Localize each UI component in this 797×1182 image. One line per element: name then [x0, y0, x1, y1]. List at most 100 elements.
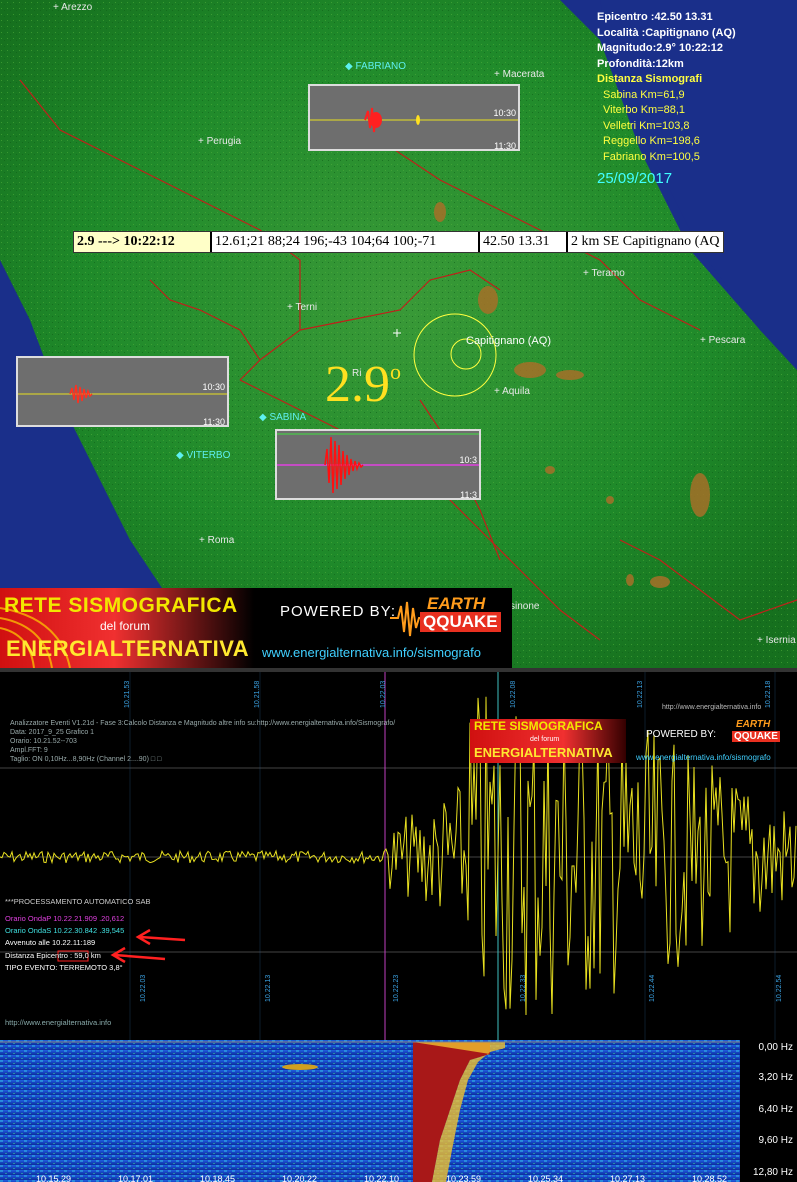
time-label: 10.25.34 [528, 1174, 564, 1182]
banner-url-link[interactable]: www.energialternativa.info/sismografo [262, 645, 481, 660]
analyzer-header: Analizzatore Eventi V1.21d - Fase 3:Calc… [10, 719, 395, 764]
mini-seismogram-sabina: 10:3 11:3 [275, 429, 481, 500]
powered-by-label: POWERED BY: [280, 603, 397, 620]
banner-brand: ENERGIALTERNATIVA [6, 636, 250, 661]
distance-item: Viterbo Km=88,1 [603, 104, 686, 116]
mini-time-bottom: 11:30 [203, 417, 225, 427]
mini-time-top: 10:30 [493, 108, 516, 118]
quake-logo-text: QQUAKE [420, 612, 501, 632]
time-label: 10.15.29 [36, 1174, 72, 1182]
bottom-time-label: 10.22.33 [520, 974, 527, 1002]
mini-time-top: 10:30 [202, 382, 225, 392]
epicenter-map: + Arezzo ◆ FABRIANO + Macerata + Perugia… [0, 0, 797, 668]
magnitude-display: 2.9o [325, 356, 401, 413]
header-line: Ampl.FFT: 9 [10, 747, 48, 754]
mini-banner-url[interactable]: www.energialternativa.info/sismografo [636, 753, 771, 762]
top-time-label: 10.21.58 [254, 680, 261, 708]
banner-title: RETE SISMOGRAFICA [4, 594, 238, 617]
distance-item: Sabina Km=61,9 [603, 88, 685, 101]
epicenter-distance: Distanza Epicentro : 59,0 km [5, 950, 101, 962]
top-time-label: 10.22.18 [765, 680, 772, 708]
earth-logo-text: EARTH [427, 594, 486, 613]
freq-label: 3,20 Hz [758, 1072, 793, 1083]
auto-process-title: ***PROCESSAMENTO AUTOMATICO SAB [5, 897, 151, 906]
time-label: 10.23.59 [446, 1174, 482, 1182]
station-label-viterbo: ◆ VITERBO [176, 450, 231, 461]
freq-label: 12,80 Hz [752, 1167, 793, 1178]
event-occurred-time: Avvenuto alle 10.22.11:189 [5, 938, 96, 947]
event-params: 12.61;21 88;24 196;-43 104;64 100;-71 [210, 232, 478, 252]
event-type: TIPO EVENTO: TERREMOTO 3,8° [5, 963, 123, 972]
header-line: Taglio: ON 0,10Hz...8,90Hz (Channel 2...… [10, 756, 162, 763]
city-label-isernia: + Isernia [757, 635, 796, 646]
distance-label: Distanza Epicentro : [5, 951, 73, 960]
header-line: Data: 2017_9_25 Grafico 1 [10, 729, 95, 736]
city-label-terni: + Terni [287, 302, 318, 313]
location-text: Località :Capitignano (AQ) [597, 26, 736, 39]
mini-quake-text: QQUAKE [732, 731, 780, 742]
event-coordinates: 42.50 13.31 [478, 232, 566, 252]
time-label: 10.27.13 [610, 1174, 646, 1182]
mini-powered-label: POWERED BY: [646, 729, 717, 740]
station-label-fabriano: ◆ FABRIANO [345, 61, 407, 72]
bottom-url-link[interactable]: http://www.energialternativa.info [5, 1017, 111, 1029]
event-date: 25/09/2017 [597, 170, 673, 187]
bottom-time-label: 10.22.44 [649, 974, 656, 1002]
mini-banner-title: RETE SISMOGRAFICA [474, 719, 603, 733]
bottom-time-label: 10.22.54 [776, 974, 783, 1002]
city-label-aquila: + Aquila [494, 386, 530, 397]
freq-label: 6,40 Hz [758, 1104, 793, 1115]
station-label-sabina: ◆ SABINA [259, 412, 307, 423]
time-label: 10.22.10 [364, 1174, 400, 1182]
mini-seismogram-fabriano: 10:30 11:30 [308, 84, 520, 151]
city-label-frosinone: sinone [510, 601, 540, 612]
s-wave-time: Orario OndaS 10.22.30.842 .39,545 [5, 926, 125, 935]
p-wave-time: Orario OndaP 10.22.21.909 .20,612 [5, 914, 125, 923]
distance-item: Velletri Km=103,8 [603, 119, 690, 132]
mini-time-bottom: 11:30 [494, 141, 516, 151]
top-time-label: 10.22.03 [380, 680, 387, 708]
rete-sismografica-banner: RETE SISMOGRAFICA del forum ENERGIALTERN… [0, 588, 512, 668]
time-label: 10.20.22 [282, 1174, 318, 1182]
bottom-time-label: 10.22.03 [140, 974, 147, 1002]
distance-value: 59,0 km [74, 951, 101, 960]
event-info-panel: Epicentro :42.50 13.31 Località :Capitig… [597, 10, 736, 187]
mini-banner-brand: ENERGIALTERNATIVA [474, 745, 613, 760]
bottom-time-label: 10.22.23 [393, 974, 400, 1002]
mini-earth-text: EARTH [736, 719, 771, 730]
city-label-arezzo: + Arezzo [53, 2, 93, 13]
distances-title: Distanza Sismografi [597, 73, 703, 85]
time-label: 10.28.52 [692, 1174, 728, 1182]
epicenter-label: Capitignano (AQ) [466, 335, 551, 347]
mini-seismogram-viterbo: 10:30 11:30 [16, 356, 229, 427]
city-label-roma: + Roma [199, 535, 235, 546]
waveform-trace [18, 384, 227, 404]
distance-item: Reggello Km=198,6 [603, 135, 700, 147]
spectrogram-image [0, 1040, 740, 1182]
top-time-label: 10.22.13 [637, 680, 644, 708]
banner-subtitle: del forum [100, 619, 151, 633]
seismogram-panel: Analizzatore Eventi V1.21d - Fase 3:Calc… [0, 668, 797, 1040]
event-location: 2 km SE Capitignano (AQ [566, 232, 723, 252]
mini-banner-top-url[interactable]: http://www.energialternativa.info [662, 704, 761, 711]
distance-item: Fabriano Km=100,5 [603, 150, 700, 163]
mini-banner: RETE SISMOGRAFICA del forum ENERGIALTERN… [470, 719, 790, 767]
header-line: Analizzatore Eventi V1.21d - Fase 3:Calc… [10, 720, 396, 727]
freq-label: 9,60 Hz [758, 1135, 793, 1146]
depth-text: Profondità:12km [597, 57, 684, 70]
freq-label: 0,00 Hz [758, 1042, 793, 1053]
mini-banner-subtitle: del forum [530, 736, 560, 743]
header-line: Orario: 10.21.52--703 [10, 738, 77, 745]
time-label: 10.17.01 [118, 1174, 154, 1182]
top-time-label: 10.22.08 [510, 680, 517, 708]
magnitude-text: Magnitudo:2.9° 10:22:12 [597, 42, 724, 54]
event-summary-bar: 2.9 ---> 10:22:12 12.61;21 88;24 196;-43… [73, 231, 724, 253]
city-label-perugia: + Perugia [198, 136, 242, 147]
top-time-label: 10.21.53 [124, 680, 131, 708]
spectrogram-panel: 0,00 Hz 3,20 Hz 6,40 Hz 9,60 Hz 12,80 Hz… [0, 1040, 797, 1182]
mini-time-top: 10:3 [459, 455, 477, 465]
city-label-macerata: + Macerata [494, 69, 545, 80]
waveform-trace [310, 107, 518, 133]
city-label-teramo: + Teramo [583, 268, 625, 279]
waveform-trace [277, 433, 479, 494]
